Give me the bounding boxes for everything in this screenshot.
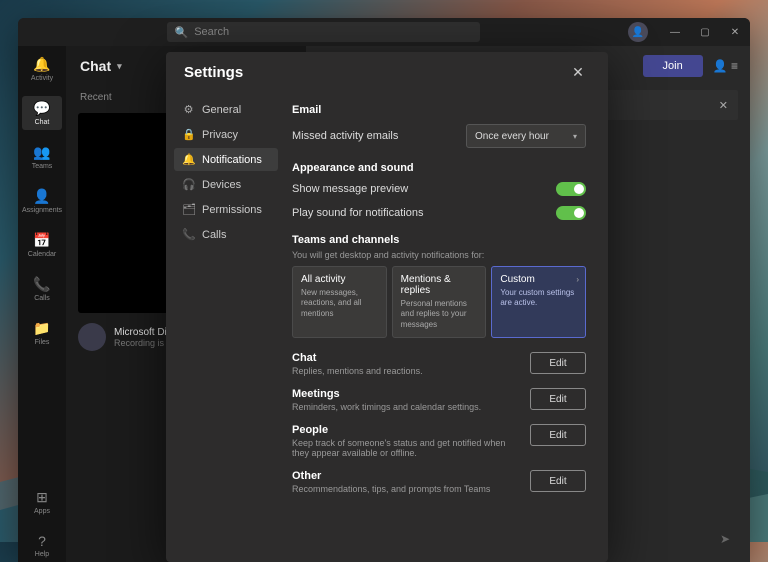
settings-nav: ⚙General 🔒Privacy 🔔Notifications 🎧Device… [166, 92, 286, 562]
edit-people-title: People [292, 424, 520, 436]
lock-icon: 🔒 [182, 128, 195, 141]
phone-icon: 📞 [182, 228, 195, 241]
section-teams-desc: You will get desktop and activity notifi… [292, 250, 586, 260]
calendar-icon: 📅 [33, 232, 50, 249]
rail-activity[interactable]: 🔔Activity [22, 52, 62, 86]
sound-toggle[interactable] [556, 206, 586, 220]
preview-toggle[interactable] [556, 182, 586, 196]
search-placeholder: Search [194, 26, 229, 38]
apps-icon: ⊞ [36, 489, 48, 506]
nav-calls[interactable]: 📞Calls [174, 223, 278, 246]
assignments-icon: 👤 [33, 188, 50, 205]
settings-title: Settings [184, 64, 566, 81]
edit-other-desc: Recommendations, tips, and prompts from … [292, 484, 520, 494]
nav-devices[interactable]: 🎧Devices [174, 173, 278, 196]
nav-permissions[interactable]: 🗂Permissions [174, 198, 278, 221]
app-rail: 🔔Activity 💬Chat 👥Teams 👤Assignments 📅Cal… [18, 46, 66, 562]
edit-other-button[interactable]: Edit [530, 470, 586, 492]
content-top-icons[interactable]: 👤 ≡ [713, 59, 738, 73]
files-icon: 📁 [33, 320, 50, 337]
sound-label: Play sound for notifications [292, 207, 556, 219]
phone-icon: 📞 [33, 276, 50, 293]
close-window-button[interactable]: ✕ [720, 18, 750, 46]
close-icon[interactable]: ✕ [566, 60, 590, 84]
banner-close-icon[interactable]: ✕ [719, 99, 728, 112]
edit-people-desc: Keep track of someone's status and get n… [292, 438, 520, 458]
nav-notifications[interactable]: 🔔Notifications [174, 148, 278, 171]
rail-apps[interactable]: ⊞Apps [22, 485, 62, 519]
section-appearance-title: Appearance and sound [292, 162, 586, 174]
preview-label: Show message preview [292, 183, 556, 195]
chevron-down-icon: ▾ [573, 132, 577, 141]
missed-activity-label: Missed activity emails [292, 130, 466, 142]
rail-calendar[interactable]: 📅Calendar [22, 228, 62, 262]
chat-icon: 💬 [33, 100, 50, 117]
section-teams-title: Teams and channels [292, 234, 586, 246]
rail-files[interactable]: 📁Files [22, 316, 62, 350]
minimize-button[interactable]: — [660, 18, 690, 46]
card-all-activity[interactable]: All activity New messages, reactions, an… [292, 266, 387, 338]
edit-people-button[interactable]: Edit [530, 424, 586, 446]
help-icon: ? [38, 533, 46, 549]
dropdown-value: Once every hour [475, 131, 549, 142]
search-icon: 🔍 [175, 26, 189, 39]
user-avatar[interactable]: 👤 [628, 22, 648, 42]
send-icon[interactable]: ➤ [720, 532, 730, 546]
teams-icon: 👥 [33, 144, 50, 161]
chat-header-label: Chat [80, 58, 111, 74]
nav-general[interactable]: ⚙General [174, 98, 278, 121]
chat-item-avatar [78, 323, 106, 351]
edit-chat-desc: Replies, mentions and reactions. [292, 366, 520, 376]
bell-icon: 🔔 [33, 56, 50, 73]
chevron-down-icon: ▾ [117, 61, 122, 72]
rail-chat[interactable]: 💬Chat [22, 96, 62, 130]
chevron-right-icon: › [576, 275, 579, 284]
nav-privacy[interactable]: 🔒Privacy [174, 123, 278, 146]
card-custom[interactable]: › Custom Your custom settings are active… [491, 266, 586, 338]
join-button[interactable]: Join [643, 55, 703, 77]
edit-chat-button[interactable]: Edit [530, 352, 586, 374]
rail-assignments[interactable]: 👤Assignments [22, 184, 62, 218]
rail-help[interactable]: ?Help [22, 529, 62, 562]
title-bar: 🔍 Search 👤 — ▢ ✕ [18, 18, 750, 46]
headset-icon: 🎧 [182, 178, 195, 191]
edit-meetings-button[interactable]: Edit [530, 388, 586, 410]
edit-other-title: Other [292, 470, 520, 482]
maximize-button[interactable]: ▢ [690, 18, 720, 46]
missed-activity-dropdown[interactable]: Once every hour ▾ [466, 124, 586, 148]
card-mentions-replies[interactable]: Mentions & replies Personal mentions and… [392, 266, 487, 338]
rail-teams[interactable]: 👥Teams [22, 140, 62, 174]
settings-modal: Settings ✕ ⚙General 🔒Privacy 🔔Notificati… [166, 52, 608, 562]
settings-content: Email Missed activity emails Once every … [286, 92, 608, 562]
bell-icon: 🔔 [182, 153, 195, 166]
edit-chat-title: Chat [292, 352, 520, 364]
permissions-icon: 🗂 [182, 203, 195, 216]
gear-icon: ⚙ [182, 103, 195, 116]
section-email-title: Email [292, 104, 586, 116]
edit-meetings-title: Meetings [292, 388, 520, 400]
edit-meetings-desc: Reminders, work timings and calendar set… [292, 402, 520, 412]
rail-calls[interactable]: 📞Calls [22, 272, 62, 306]
search-input[interactable]: 🔍 Search [167, 22, 480, 42]
